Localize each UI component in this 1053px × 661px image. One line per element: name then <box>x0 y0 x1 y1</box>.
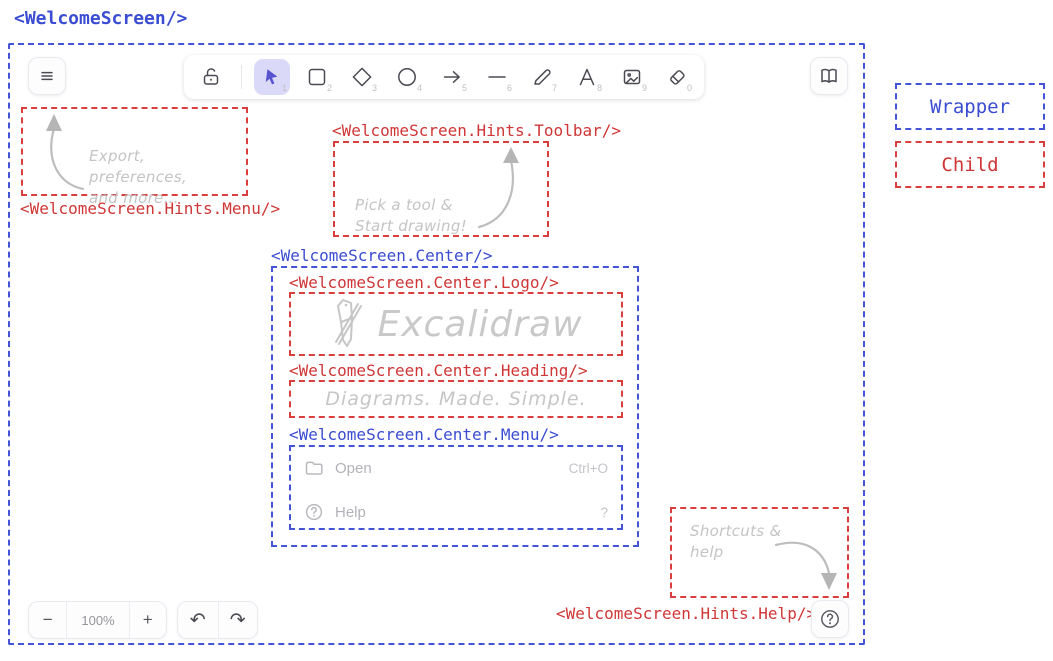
tool-number: 3 <box>372 83 377 93</box>
ellipse-tool-button[interactable]: 4 <box>389 59 425 95</box>
hint-help-text: Shortcuts & help <box>690 521 781 563</box>
legend-wrapper-box: Wrapper <box>895 83 1045 130</box>
menu-item-label: Help <box>335 504 366 521</box>
tool-number: 5 <box>462 83 467 93</box>
folder-icon <box>304 458 324 478</box>
tool-number: 8 <box>597 83 602 93</box>
line-tool-button[interactable]: 6 <box>479 59 515 95</box>
tool-number: 0 <box>687 83 692 93</box>
hints-menu-label: <WelcomeScreen.Hints.Menu/> <box>20 199 280 218</box>
text-icon <box>575 65 599 89</box>
selection-tool-button[interactable]: 1 <box>254 59 290 95</box>
image-icon <box>620 65 644 89</box>
page-title: <WelcomeScreen/> <box>14 8 187 29</box>
curved-arrow-up-icon <box>37 111 97 193</box>
eraser-tool-button[interactable]: 0 <box>659 59 695 95</box>
image-tool-button[interactable]: 9 <box>614 59 650 95</box>
diamond-tool-button[interactable]: 3 <box>344 59 380 95</box>
text-tool-button[interactable]: 8 <box>569 59 605 95</box>
help-button[interactable] <box>811 600 849 638</box>
center-label: <WelcomeScreen.Center/> <box>271 246 493 265</box>
library-button[interactable] <box>810 57 848 95</box>
curved-arrow-down-icon <box>772 533 842 595</box>
excalidraw-logo-icon <box>329 296 363 352</box>
curved-arrow-up-icon <box>473 145 527 233</box>
tool-number: 6 <box>507 83 512 93</box>
welcome-screen-docs-figure: <WelcomeScreen/> 1 <box>0 0 1053 661</box>
history-controls: ↶ ↷ <box>177 601 258 639</box>
ellipse-icon <box>395 65 419 89</box>
tool-number: 1 <box>282 83 287 93</box>
toolbar: 1 2 3 4 <box>184 55 704 99</box>
legend-child-label: Child <box>941 154 998 176</box>
arrow-icon <box>440 65 464 89</box>
hints-toolbar-label: <WelcomeScreen.Hints.Toolbar/> <box>332 121 621 140</box>
tool-number: 7 <box>552 83 557 93</box>
menu-item-shortcut: Ctrl+O <box>569 461 608 476</box>
hints-menu-box: Export, preferences, and more... <box>21 107 248 196</box>
menu-item-shortcut: ? <box>600 505 608 520</box>
menu-item-open[interactable]: Open Ctrl+O <box>304 455 608 481</box>
center-heading-box: Diagrams. Made. Simple. <box>289 380 623 418</box>
zoom-controls: − 100% + <box>28 601 167 639</box>
unlocked-padlock-icon <box>199 65 223 89</box>
main-menu-button[interactable] <box>28 57 66 95</box>
redo-button[interactable]: ↷ <box>218 602 257 638</box>
cursor-icon <box>261 66 283 88</box>
hints-help-label: <WelcomeScreen.Hints.Help/> <box>556 604 816 623</box>
undo-button[interactable]: ↶ <box>178 602 218 638</box>
help-circle-icon <box>819 608 841 630</box>
hamburger-icon <box>35 64 59 88</box>
excalidraw-logo-text: Excalidraw <box>377 304 582 345</box>
zoom-level[interactable]: 100% <box>67 602 128 638</box>
center-heading-text: Diagrams. Made. Simple. <box>291 382 621 416</box>
eraser-icon <box>665 65 689 89</box>
tool-number: 4 <box>417 83 422 93</box>
toolbar-divider <box>241 65 242 89</box>
hints-help-box: Shortcuts & help <box>670 507 849 598</box>
diamond-icon <box>350 65 374 89</box>
center-box: <WelcomeScreen.Center.Logo/> Excalidraw … <box>271 266 639 547</box>
center-heading-label: <WelcomeScreen.Center.Heading/> <box>289 361 588 380</box>
legend-child-box: Child <box>895 141 1045 188</box>
legend-wrapper-label: Wrapper <box>930 96 1010 118</box>
arrow-tool-button[interactable]: 5 <box>434 59 470 95</box>
center-logo-label: <WelcomeScreen.Center.Logo/> <box>289 273 559 292</box>
center-menu-box: Open Ctrl+O Help ? <box>289 445 623 530</box>
tool-number: 9 <box>642 83 647 93</box>
hint-toolbar-text: Pick a tool & Start drawing! <box>355 195 467 237</box>
center-logo-box: Excalidraw <box>289 292 623 356</box>
line-icon <box>485 65 509 89</box>
rectangle-icon <box>305 65 329 89</box>
zoom-in-button[interactable]: + <box>130 602 166 638</box>
lock-tool-button[interactable] <box>193 59 229 95</box>
menu-item-label: Open <box>335 460 372 477</box>
hints-toolbar-box: Pick a tool & Start drawing! <box>333 141 549 237</box>
zoom-out-button[interactable]: − <box>29 602 66 638</box>
draw-tool-button[interactable]: 7 <box>524 59 560 95</box>
welcome-screen-wrapper-box: 1 2 3 4 <box>8 43 865 645</box>
menu-item-help[interactable]: Help ? <box>304 499 608 525</box>
center-menu-label: <WelcomeScreen.Center.Menu/> <box>289 425 559 444</box>
help-circle-icon <box>304 502 324 522</box>
tool-number: 2 <box>327 83 332 93</box>
pencil-icon <box>530 65 554 89</box>
rectangle-tool-button[interactable]: 2 <box>299 59 335 95</box>
book-icon <box>817 64 841 88</box>
